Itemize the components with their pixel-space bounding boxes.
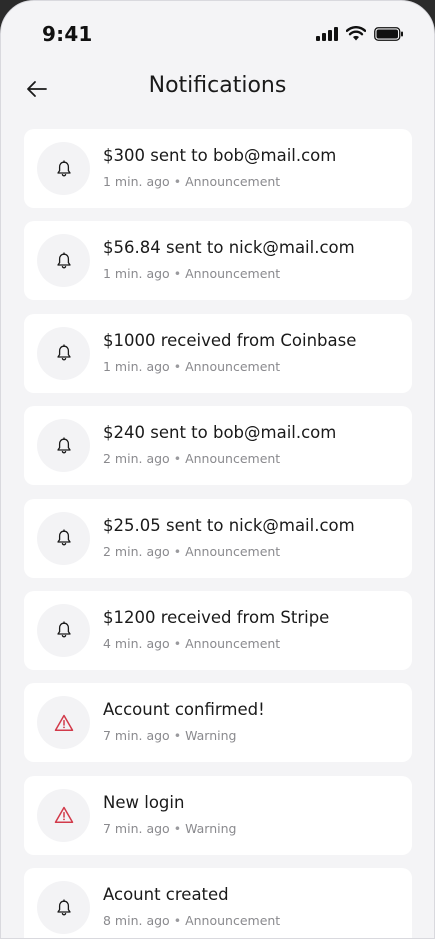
notification-title: New login: [103, 792, 185, 812]
notification-icon-circle: [37, 788, 90, 842]
notification-card[interactable]: $300 sent to bob@mail.com 1 min. ago • Anno…: [24, 129, 412, 208]
notification-card[interactable]: New login 7 min. ago • Warning: [24, 775, 412, 855]
notification-meta: 8 min. ago • Announcement: [103, 913, 280, 928]
notification-time: 1 min. ago: [103, 266, 170, 282]
warning-icon: [54, 806, 74, 824]
separator-dot: •: [173, 820, 182, 836]
notification-card[interactable]: $240 sent to bob@mail.com 2 min. ago • Anno…: [24, 406, 412, 486]
notification-time: 7 min. ago: [103, 820, 170, 836]
notification-time: 8 min. ago: [103, 913, 170, 929]
notification-icon-circle: [37, 511, 90, 565]
page-title: Notifications: [148, 73, 287, 98]
notification-meta: 1 min. ago • Announcement: [103, 266, 280, 281]
signal-icon: [316, 26, 338, 41]
separator-dot: •: [173, 913, 182, 929]
notification-title: $300 sent to bob@mail.com: [103, 146, 337, 165]
notification-title: $56.84 sent to nick@mail.com: [103, 238, 355, 258]
notification-title: $240 sent to bob@mail.com: [103, 423, 337, 443]
notification-meta: 4 min. ago • Announcement: [103, 636, 280, 651]
separator-dot: •: [173, 358, 182, 374]
separator-dot: •: [173, 635, 182, 651]
bell-icon: [56, 159, 72, 178]
notification-time: 2 min. ago: [103, 451, 170, 467]
notification-card[interactable]: Account confirmed! 7 min. ago • Warning: [24, 683, 412, 763]
separator-dot: •: [173, 174, 182, 189]
notification-time: 2 min. ago: [103, 543, 170, 559]
notification-type: Announcement: [185, 358, 281, 374]
notification-card[interactable]: Acount created 8 min. ago • Announcement: [24, 868, 412, 938]
notification-title: $1000 received from Coinbase: [103, 330, 357, 350]
notification-time: 1 min. ago: [103, 174, 170, 189]
status-time: 9:41: [42, 22, 93, 46]
notification-list: $300 sent to bob@mail.com 1 min. ago • Anno…: [24, 129, 412, 938]
notification-meta: 7 min. ago • Warning: [103, 728, 236, 743]
separator-dot: •: [173, 266, 182, 282]
notification-meta: 1 min. ago • Announcement: [103, 359, 280, 374]
notification-type: Announcement: [185, 635, 281, 651]
status-icons: [316, 26, 404, 41]
notification-meta: 1 min. ago • Announcement: [103, 174, 280, 189]
notification-icon-circle: [37, 881, 90, 935]
notification-icon-circle: [37, 234, 90, 288]
warning-icon: [54, 714, 74, 732]
separator-dot: •: [173, 728, 182, 744]
notification-time: 7 min. ago: [103, 728, 170, 744]
notification-meta: 7 min. ago • Warning: [103, 821, 236, 836]
notification-icon-circle: [37, 326, 90, 380]
bell-icon: [56, 621, 72, 639]
notification-type: Announcement: [185, 451, 281, 467]
phone-screen: 9:41 Notifications $300 sent to bob@mail…: [0, 0, 435, 939]
notification-card[interactable]: $25.05 sent to nick@mail.com 2 min. ago • A…: [24, 498, 412, 578]
notification-title: Acount created: [103, 885, 229, 905]
separator-dot: •: [173, 451, 182, 467]
notification-icon-circle: [37, 603, 90, 657]
notification-time: 4 min. ago: [103, 635, 170, 651]
notification-icon-circle: [37, 142, 90, 195]
notification-title: Account confirmed!: [103, 700, 265, 720]
bell-icon: [56, 252, 72, 270]
notification-icon-circle: [37, 696, 90, 750]
notification-type: Announcement: [185, 543, 281, 559]
bell-icon: [56, 344, 72, 362]
notification-type: Announcement: [185, 174, 281, 189]
notification-type: Announcement: [185, 266, 281, 282]
header: Notifications: [1, 67, 434, 111]
notification-type: Warning: [185, 820, 237, 836]
notification-type: Announcement: [185, 913, 281, 929]
notification-meta: 2 min. ago • Announcement: [103, 544, 280, 559]
notification-card[interactable]: $1000 received from Coinbase 1 min. ago • A…: [24, 313, 412, 393]
notification-type: Warning: [185, 728, 237, 744]
notification-card[interactable]: $56.84 sent to nick@mail.com 1 min. ago • A…: [24, 221, 412, 301]
bell-icon: [56, 437, 72, 455]
notification-time: 1 min. ago: [103, 358, 170, 374]
notification-title: $25.05 sent to nick@mail.com: [103, 515, 355, 535]
notification-icon-circle: [37, 419, 90, 473]
notification-meta: 2 min. ago • Announcement: [103, 451, 280, 466]
notification-title: $1200 received from Stripe: [103, 607, 330, 627]
battery-icon: [374, 26, 403, 41]
bell-icon: [56, 529, 72, 547]
wifi-icon: [346, 26, 366, 41]
notification-card[interactable]: $1200 received from Stripe 4 min. ago • Ann…: [24, 590, 412, 670]
bell-icon: [56, 898, 72, 917]
separator-dot: •: [173, 543, 182, 559]
status-bar: 9:41: [1, 1, 434, 67]
